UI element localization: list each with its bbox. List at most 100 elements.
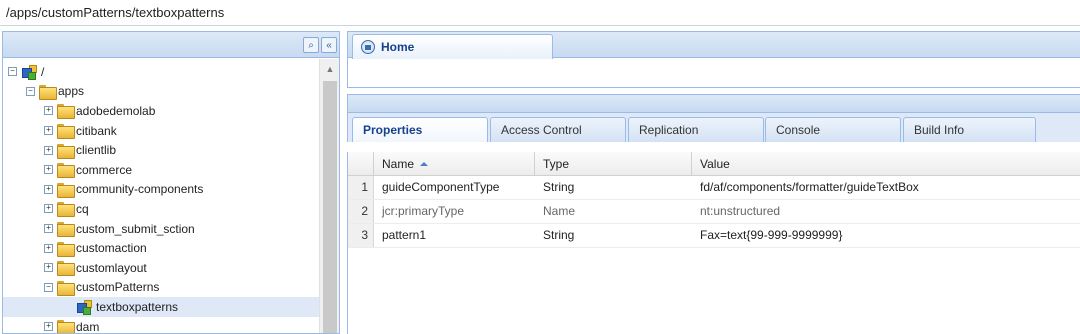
tree-node-label: citibank <box>76 123 117 138</box>
scroll-thumb[interactable] <box>323 81 337 333</box>
folder-icon <box>39 84 57 100</box>
tree-panel-header: ⌕ « <box>3 32 339 58</box>
tree-node-dam[interactable]: + dam <box>3 317 319 333</box>
property-name: guideComponentType <box>382 180 500 194</box>
tree-node-community-components[interactable]: + community-components <box>3 180 319 200</box>
property-value: nt:unstructured <box>700 204 781 218</box>
column-header-label: Type <box>543 157 570 171</box>
tree-node-custompatterns[interactable]: − customPatterns <box>3 278 319 298</box>
folder-icon <box>57 280 75 296</box>
home-content-area <box>347 58 1080 88</box>
expand-toggle-icon[interactable]: + <box>44 322 53 332</box>
expand-toggle-icon[interactable]: + <box>44 145 53 155</box>
content-panel: Home Properties Access Control Replicati… <box>347 31 1080 334</box>
expand-toggle-icon[interactable]: + <box>44 243 53 253</box>
expand-toggle-icon[interactable]: + <box>44 106 53 116</box>
tree-scrollbar[interactable]: ▲ <box>319 59 339 333</box>
expand-toggle-icon[interactable]: + <box>44 224 53 234</box>
table-row[interactable]: 1 guideComponentType String fd/af/compon… <box>348 176 1080 200</box>
tab-build-info[interactable]: Build Info <box>903 117 1036 142</box>
property-value: fd/af/components/formatter/guideTextBox <box>700 180 919 194</box>
expand-toggle-icon[interactable]: + <box>44 126 53 136</box>
row-number: 2 <box>348 200 374 223</box>
folder-icon <box>57 163 75 179</box>
folder-icon <box>57 320 75 333</box>
tab-label: Properties <box>363 123 423 137</box>
tab-properties[interactable]: Properties <box>352 117 488 142</box>
column-header-value[interactable]: Value <box>692 152 1080 176</box>
folder-icon <box>57 104 75 120</box>
tree-node-commerce[interactable]: + commerce <box>3 160 319 180</box>
properties-grid: Name Type Value 1 guideComponentType Str… <box>347 152 1080 334</box>
tab-label: Build Info <box>914 123 965 137</box>
tree-view: − / − apps + adobedemolab + citibank + c… <box>3 59 319 333</box>
main-tab-strip: Home <box>347 31 1080 59</box>
tree-node-clientlib[interactable]: + clientlib <box>3 140 319 160</box>
tree-node-label: commerce <box>76 162 133 177</box>
property-value: Fax=text{99-999-9999999} <box>700 228 843 242</box>
property-name: jcr:primaryType <box>382 204 465 218</box>
tree-node-cq[interactable]: + cq <box>3 199 319 219</box>
tree-node-label: customaction <box>76 241 147 256</box>
tree-node-label: adobedemolab <box>76 103 156 118</box>
tab-label: Replication <box>639 123 699 137</box>
tree-node-customaction[interactable]: + customaction <box>3 238 319 258</box>
property-type: String <box>543 228 575 242</box>
expand-toggle-icon[interactable]: + <box>44 204 53 214</box>
tab-console[interactable]: Console <box>765 117 901 142</box>
row-number: 3 <box>348 224 374 247</box>
folder-icon <box>57 222 75 238</box>
tree-node-citibank[interactable]: + citibank <box>3 121 319 141</box>
repository-node-icon <box>21 64 39 80</box>
grid-header: Name Type Value <box>348 152 1080 176</box>
tree-node-label: customPatterns <box>76 280 160 295</box>
property-name: pattern1 <box>382 228 427 242</box>
tree-node-label: dam <box>76 319 100 333</box>
row-number-header <box>348 152 374 176</box>
column-header-name[interactable]: Name <box>374 152 535 176</box>
property-type: Name <box>543 204 576 218</box>
properties-panel-header <box>347 94 1080 113</box>
tab-replication[interactable]: Replication <box>628 117 764 142</box>
tree-node-textboxpatterns[interactable]: textboxpatterns <box>3 297 319 317</box>
tree-node-customlayout[interactable]: + customlayout <box>3 258 319 278</box>
home-icon <box>361 40 375 54</box>
tree-node-apps[interactable]: − apps <box>3 82 319 102</box>
collapse-toggle-icon[interactable]: − <box>44 282 53 292</box>
row-number: 1 <box>348 176 374 199</box>
column-header-label: Value <box>700 157 730 171</box>
tab-home[interactable]: Home <box>352 34 553 59</box>
find-icon[interactable]: ⌕ <box>303 37 319 53</box>
collapse-panel-icon[interactable]: « <box>321 37 337 53</box>
path-input[interactable] <box>0 0 1080 25</box>
table-row[interactable]: 2 jcr:primaryType Name nt:unstructured <box>348 200 1080 224</box>
sort-ascending-icon <box>420 162 429 166</box>
tree-node-adobedemolab[interactable]: + adobedemolab <box>3 101 319 121</box>
collapse-toggle-icon[interactable]: − <box>26 86 35 96</box>
tree-node-label: community-components <box>76 182 204 197</box>
scroll-up-arrow-icon[interactable]: ▲ <box>320 59 339 79</box>
collapse-toggle-icon[interactable]: − <box>8 67 17 77</box>
column-header-label: Name <box>382 157 415 171</box>
tab-label: Console <box>776 123 821 137</box>
expand-toggle-icon[interactable]: + <box>44 263 53 273</box>
folder-icon <box>57 202 75 218</box>
tab-access-control[interactable]: Access Control <box>490 117 626 142</box>
tree-node-label: apps <box>58 84 85 99</box>
tab-home-label: Home <box>381 40 415 54</box>
tree-node-root[interactable]: − / <box>3 62 319 82</box>
properties-tab-strip: Properties Access Control Replication Co… <box>347 113 1080 142</box>
repository-tree-panel: ⌕ « − / − apps + adobedemolab + citibank… <box>2 31 340 334</box>
tree-node-label: cq <box>76 201 89 216</box>
column-header-type[interactable]: Type <box>535 152 692 176</box>
tree-node-label: / <box>41 64 45 79</box>
tree-node-custom-submit-sction[interactable]: + custom_submit_sction <box>3 219 319 239</box>
tab-label: Access Control <box>501 123 582 137</box>
table-row[interactable]: 3 pattern1 String Fax=text{99-999-999999… <box>348 224 1080 248</box>
expand-toggle-icon[interactable]: + <box>44 184 53 194</box>
tree-node-label: customlayout <box>76 260 147 275</box>
folder-icon <box>57 124 75 140</box>
expand-toggle-icon[interactable]: + <box>44 165 53 175</box>
tree-node-label: custom_submit_sction <box>76 221 195 236</box>
property-type: String <box>543 180 575 194</box>
